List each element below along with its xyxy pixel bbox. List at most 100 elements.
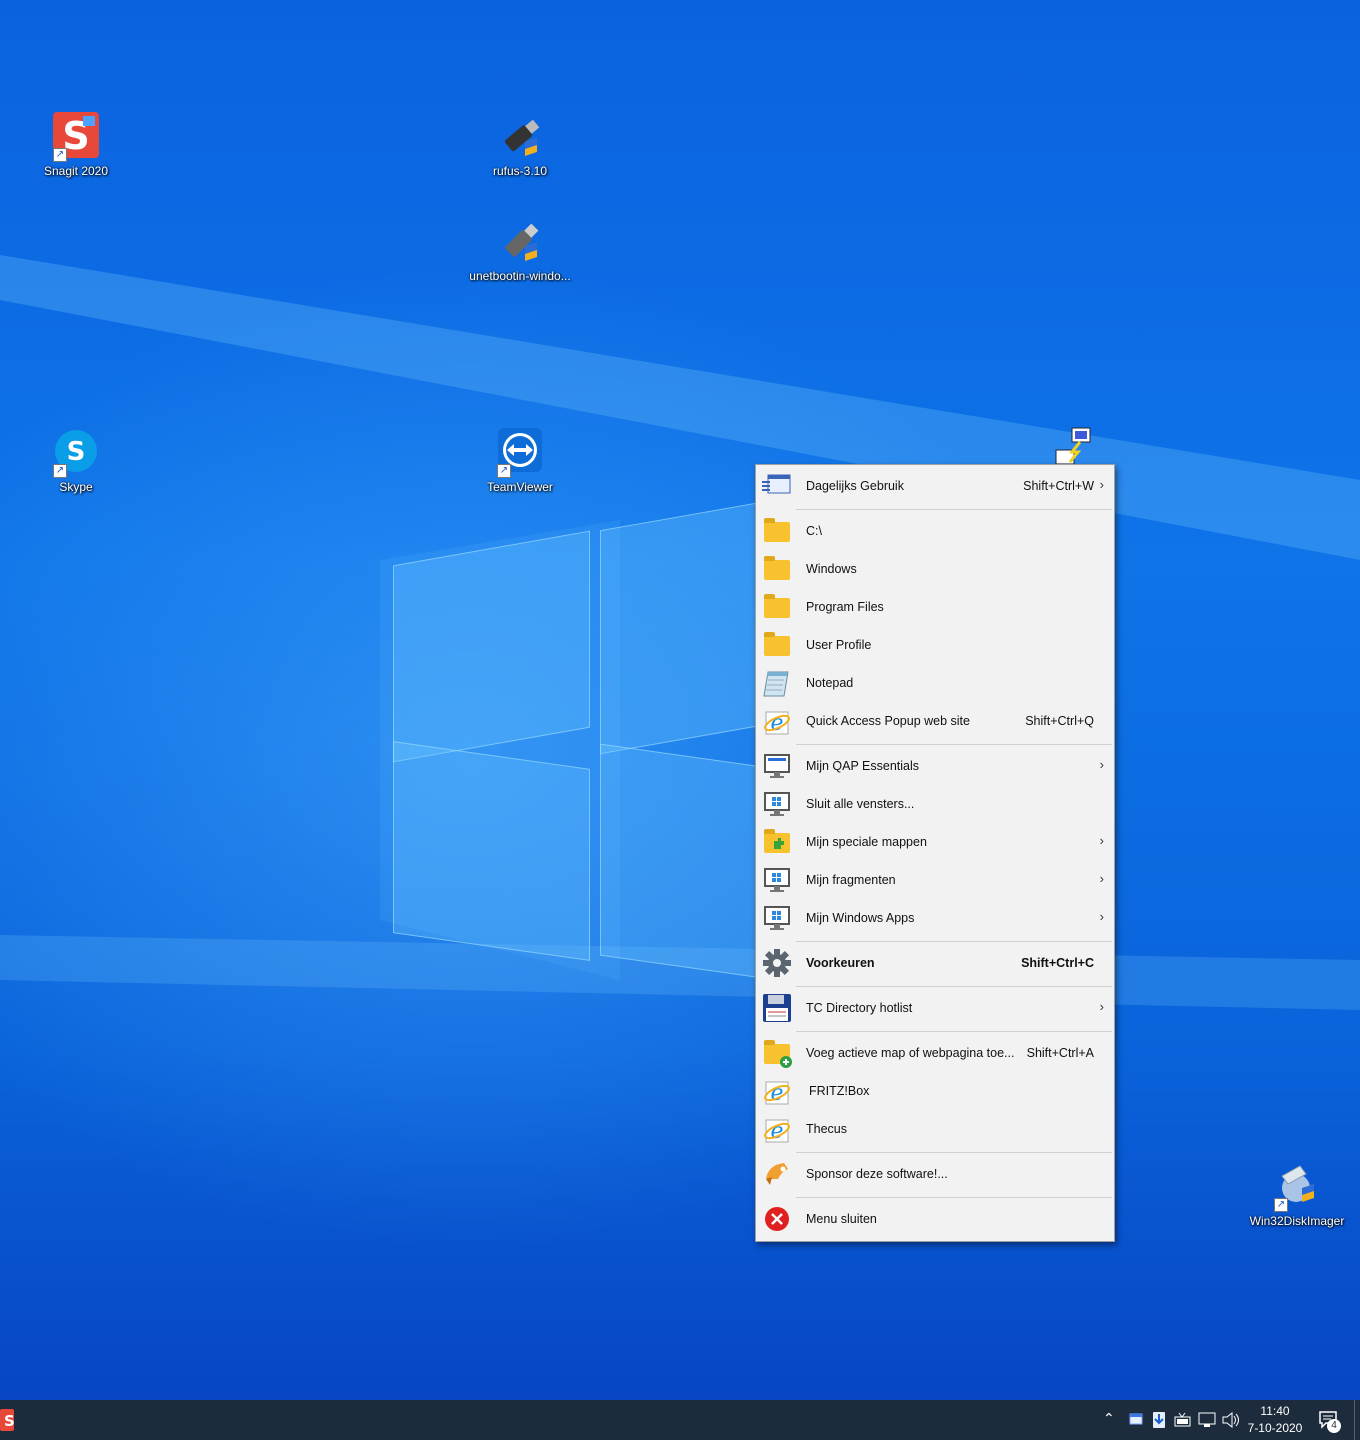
tray-download-icon[interactable]	[1151, 1411, 1167, 1433]
taskbar-clock[interactable]: 11:40 7-10-2020	[1243, 1403, 1307, 1437]
submenu-arrow-icon: ›	[1099, 871, 1104, 886]
svg-text:e: e	[770, 1081, 783, 1106]
menu-item-shortcut: Shift+Ctrl+A	[1026, 1046, 1094, 1060]
menu-item-label: Mijn Windows Apps	[806, 911, 915, 925]
wallpaper-logo-pane	[393, 530, 590, 763]
tray-volume-icon[interactable]	[1221, 1411, 1241, 1432]
clock-time: 11:40	[1260, 1404, 1290, 1418]
menu-item-shortcut: Shift+Ctrl+W	[1023, 479, 1094, 493]
wallpaper-logo-pane	[600, 743, 762, 979]
menu-item-c-drive[interactable]: C:\	[756, 512, 1114, 550]
svg-text:e: e	[770, 711, 783, 736]
submenu-arrow-icon: ›	[1099, 757, 1104, 772]
menu-item-sponsor[interactable]: Sponsor deze software!...	[756, 1155, 1114, 1193]
folder-icon	[762, 554, 792, 584]
menu-item-label: Mijn speciale mappen	[806, 835, 927, 849]
folder-icon	[762, 592, 792, 622]
wallpaper-logo-pane	[393, 741, 590, 961]
menu-item-label: TC Directory hotlist	[806, 1001, 913, 1015]
action-center-button[interactable]: 4	[1318, 1410, 1344, 1433]
svg-text:e: e	[770, 1119, 783, 1144]
notification-count-badge: 4	[1327, 1419, 1341, 1433]
menu-item-label: Menu sluiten	[806, 1212, 877, 1226]
menu-separator	[796, 509, 1112, 510]
menu-item-thecus[interactable]: e Thecus	[756, 1110, 1114, 1148]
submenu-arrow-icon: ›	[1099, 833, 1104, 848]
desktop-icon-snagit[interactable]: S ↗ Snagit 2020	[21, 112, 131, 178]
menu-item-mijn-windows-apps[interactable]: Mijn Windows Apps ›	[756, 899, 1114, 937]
show-hidden-icons-chevron-up-icon[interactable]: ⌃	[1103, 1411, 1115, 1427]
clock-date: 7-10-2020	[1247, 1421, 1303, 1435]
desktop-icon-rufus[interactable]: rufus-3.10	[465, 112, 575, 178]
monitor-icon	[762, 751, 792, 781]
menu-item-windows[interactable]: Windows	[756, 550, 1114, 588]
desktop-icon-win32diskimager[interactable]: ↗ Win32DiskImager	[1242, 1162, 1352, 1228]
desktop-icon-unetbootin[interactable]: unetbootin-windo...	[465, 217, 575, 283]
menu-item-label: Windows	[806, 562, 857, 576]
menu-item-label: Voeg actieve map of webpagina toe...	[806, 1046, 1015, 1060]
internet-explorer-icon: e	[762, 1076, 792, 1106]
menu-item-mijn-speciale-mappen[interactable]: Mijn speciale mappen ›	[756, 823, 1114, 861]
folder-icon	[762, 516, 792, 546]
snagit-icon: S ↗	[51, 112, 101, 162]
shortcut-arrow-icon: ↗	[53, 464, 67, 478]
disk-imager-icon: ↗	[1272, 1162, 1322, 1212]
menu-item-voeg-actieve-map-toe[interactable]: Voeg actieve map of webpagina toe... Shi…	[756, 1034, 1114, 1072]
folder-icon	[762, 630, 792, 660]
add-folder-icon	[762, 1038, 792, 1068]
internet-explorer-icon: e	[762, 1114, 792, 1144]
menu-item-user-profile[interactable]: User Profile	[756, 626, 1114, 664]
submenu-arrow-icon: ›	[1099, 909, 1104, 924]
taskbar: S ⌃ 11:40 7-10-2020 4	[0, 1400, 1360, 1440]
gear-icon	[762, 948, 792, 978]
skype-icon: S ↗	[51, 428, 101, 478]
menu-item-fritzbox[interactable]: e FRITZ!Box	[756, 1072, 1114, 1110]
network-drive-icon[interactable]	[1052, 426, 1102, 466]
usb-drive-icon	[495, 217, 545, 267]
menu-item-label: User Profile	[806, 638, 872, 652]
menu-item-menu-sluiten[interactable]: Menu sluiten	[756, 1200, 1114, 1238]
qap-popup-menu: Dagelijks Gebruik Shift+Ctrl+W › C:\ Win…	[755, 464, 1115, 1242]
menu-item-qap-website[interactable]: e Quick Access Popup web site Shift+Ctrl…	[756, 702, 1114, 740]
menu-item-dagelijks-gebruik[interactable]: Dagelijks Gebruik Shift+Ctrl+W ›	[756, 467, 1114, 505]
desktop-icon-label: TeamViewer	[487, 480, 553, 494]
menu-item-label: Quick Access Popup web site	[806, 714, 970, 728]
menu-item-program-files[interactable]: Program Files	[756, 588, 1114, 626]
menu-item-mijn-qap-essentials[interactable]: Mijn QAP Essentials ›	[756, 747, 1114, 785]
monitor-windows-icon	[762, 789, 792, 819]
menu-item-notepad[interactable]: Notepad	[756, 664, 1114, 702]
desktop-icon-label: Snagit 2020	[43, 164, 109, 178]
menu-item-tc-directory-hotlist[interactable]: TC Directory hotlist ›	[756, 989, 1114, 1027]
desktop-icon-skype[interactable]: S ↗ Skype	[21, 428, 131, 494]
menu-item-label: Sluit alle vensters...	[806, 797, 915, 811]
show-desktop-button[interactable]	[1354, 1400, 1360, 1440]
shortcut-arrow-icon: ↗	[53, 148, 67, 162]
notepad-icon	[762, 668, 792, 698]
teamviewer-icon: ↗	[495, 428, 545, 478]
sponsor-icon	[762, 1159, 792, 1189]
desktop-icon-label: Win32DiskImager	[1249, 1214, 1345, 1228]
svg-text:S: S	[4, 1412, 14, 1430]
desktop-icon-teamviewer[interactable]: ↗ TeamViewer	[465, 428, 575, 494]
taskbar-snagit-button[interactable]: S	[0, 1409, 15, 1431]
menu-item-mijn-fragmenten[interactable]: Mijn fragmenten ›	[756, 861, 1114, 899]
special-folder-icon	[762, 827, 792, 857]
tray-qap-icon[interactable]	[1128, 1413, 1144, 1431]
menu-item-label: Mijn fragmenten	[806, 873, 896, 887]
menu-icon	[762, 471, 792, 501]
desktop-icon-label: Skype	[59, 480, 93, 494]
usb-drive-icon	[495, 112, 545, 162]
tray-network-icon[interactable]	[1198, 1412, 1216, 1432]
submenu-arrow-icon: ›	[1099, 999, 1104, 1014]
menu-separator	[796, 744, 1112, 745]
menu-item-label: Thecus	[806, 1122, 847, 1136]
menu-item-label: C:\	[806, 524, 822, 538]
menu-item-sluit-alle-vensters[interactable]: Sluit alle vensters...	[756, 785, 1114, 823]
menu-item-label: Program Files	[806, 600, 884, 614]
menu-item-voorkeuren[interactable]: Voorkeuren Shift+Ctrl+C	[756, 944, 1114, 982]
wallpaper-logo-pane	[600, 501, 762, 755]
floppy-disk-icon	[762, 993, 792, 1023]
tray-battery-icon[interactable]	[1174, 1412, 1192, 1432]
menu-item-label: Mijn QAP Essentials	[806, 759, 920, 773]
monitor-windows-icon	[762, 865, 792, 895]
